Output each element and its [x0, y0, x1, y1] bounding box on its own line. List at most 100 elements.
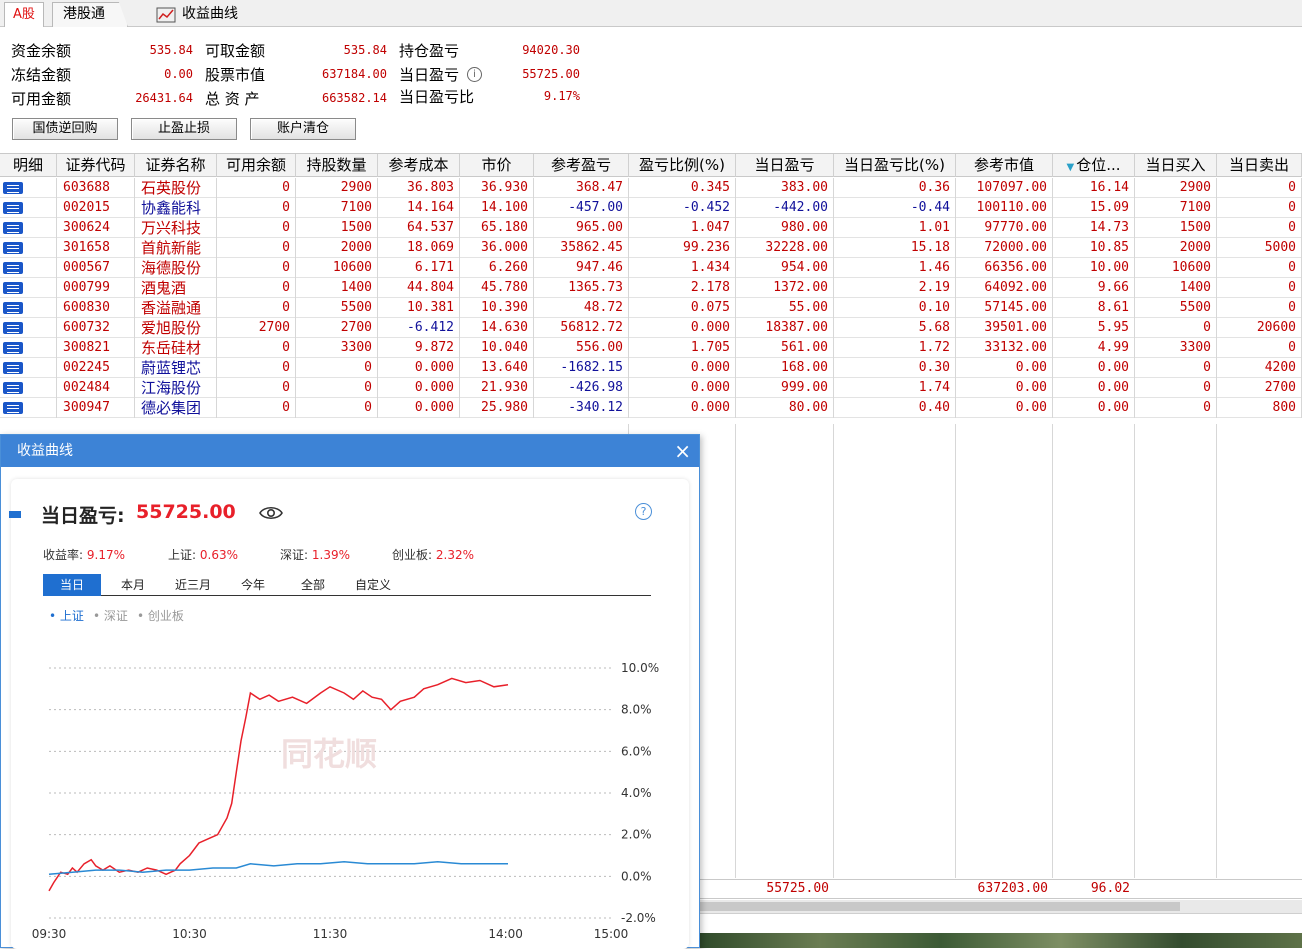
detail-list-icon[interactable]: [3, 222, 23, 234]
scrollbar-thumb[interactable]: [700, 902, 1180, 911]
detail-cell[interactable]: [0, 378, 57, 398]
detail-list-icon[interactable]: [3, 262, 23, 274]
detail-list-icon[interactable]: [3, 202, 23, 214]
total-market-value: 637203.00: [977, 881, 1048, 896]
table-cell: 561.00: [736, 338, 834, 358]
table-row[interactable]: 600830 香溢融通 0 5500 10.381 10.390 48.72 0.075 55.…: [0, 298, 1302, 318]
detail-cell[interactable]: [0, 358, 57, 378]
detail-cell[interactable]: [0, 398, 57, 418]
return-rate: 收益率: 9.17%: [43, 546, 125, 563]
range-tab-month[interactable]: 本月: [105, 574, 161, 596]
close-icon[interactable]: ×: [674, 435, 691, 467]
detail-list-icon[interactable]: [3, 342, 23, 354]
tab-profit-curve[interactable]: 收益曲线: [146, 2, 248, 27]
detail-list-icon[interactable]: [3, 362, 23, 374]
column-header[interactable]: 证券代码: [57, 154, 135, 177]
clear-account-button[interactable]: 账户清仓: [250, 118, 356, 140]
column-header[interactable]: 市价: [460, 154, 534, 177]
x-tick-label: 14:00: [488, 927, 523, 941]
detail-cell[interactable]: [0, 318, 57, 338]
treasury-repo-button[interactable]: 国债逆回购: [12, 118, 118, 140]
horizontal-scrollbar[interactable]: [700, 900, 1302, 914]
table-row[interactable]: 600732 爱旭股份 2700 2700 -6.412 14.630 56812.72 0.…: [0, 318, 1302, 338]
table-cell: 300624: [57, 218, 135, 238]
table-row[interactable]: 002484 江海股份 0 0 0.000 21.930 -426.98 0.000 999.0…: [0, 378, 1302, 398]
table-cell: 1.434: [629, 258, 736, 278]
table-cell: 16.14: [1053, 178, 1135, 198]
table-cell: 65.180: [460, 218, 534, 238]
column-header[interactable]: 当日盈亏比(%): [834, 154, 956, 177]
table-row[interactable]: 002015 协鑫能科 0 7100 14.164 14.100 -457.00 -0.452…: [0, 198, 1302, 218]
table-row[interactable]: 300947 德必集团 0 0 0.000 25.980 -340.12 0.000 80.00…: [0, 398, 1302, 418]
help-icon[interactable]: ?: [635, 503, 652, 520]
table-cell: 100110.00: [956, 198, 1053, 218]
column-header[interactable]: 当日盈亏: [736, 154, 834, 177]
tab-a-share[interactable]: A股: [4, 2, 44, 27]
column-header[interactable]: 参考成本: [378, 154, 460, 177]
detail-cell[interactable]: [0, 298, 57, 318]
table-cell: 965.00: [534, 218, 629, 238]
legend-sz[interactable]: • 深证: [93, 607, 128, 624]
column-header[interactable]: ▼ 仓位...: [1053, 154, 1135, 177]
detail-cell[interactable]: [0, 238, 57, 258]
range-tab-today[interactable]: 当日: [43, 574, 101, 596]
column-header[interactable]: 参考盈亏: [534, 154, 629, 177]
column-header[interactable]: 可用余额: [217, 154, 296, 177]
info-icon[interactable]: i: [467, 67, 482, 82]
total-assets-label: 总 资 产: [205, 90, 260, 108]
eye-icon[interactable]: [259, 505, 283, 521]
table-cell: 10600: [1135, 258, 1217, 278]
detail-list-icon[interactable]: [3, 302, 23, 314]
range-tab-custom[interactable]: 自定义: [345, 574, 401, 596]
table-row[interactable]: 002245 蔚蓝锂芯 0 0 0.000 13.640 -1682.15 0.000 168.…: [0, 358, 1302, 378]
detail-cell[interactable]: [0, 178, 57, 198]
column-header[interactable]: 盈亏比例(%): [629, 154, 736, 177]
column-header[interactable]: 持股数量: [296, 154, 378, 177]
table-row[interactable]: 300624 万兴科技 0 1500 64.537 65.180 965.00 1.047 98…: [0, 218, 1302, 238]
table-cell: -1682.15: [534, 358, 629, 378]
table-row[interactable]: 301658 首航新能 0 2000 18.069 36.000 35862.45 99.23…: [0, 238, 1302, 258]
table-cell: 800: [1217, 398, 1302, 418]
detail-cell[interactable]: [0, 198, 57, 218]
legend-sh[interactable]: • 上证: [49, 607, 84, 624]
range-tab-year[interactable]: 今年: [225, 574, 281, 596]
tab-hk-connect[interactable]: 港股通: [52, 2, 128, 27]
table-row[interactable]: 300821 东岳硅材 0 3300 9.872 10.040 556.00 1.705 561…: [0, 338, 1302, 358]
table-row[interactable]: 603688 石英股份 0 2900 36.803 36.930 368.47 0.345 38…: [0, 178, 1302, 198]
range-tab-3months[interactable]: 近三月: [165, 574, 221, 596]
column-header[interactable]: 参考市值: [956, 154, 1053, 177]
table-row[interactable]: 000567 海德股份 0 10600 6.171 6.260 947.46 1.434 954…: [0, 258, 1302, 278]
column-header[interactable]: 当日卖出: [1217, 154, 1302, 177]
table-cell: 000799: [57, 278, 135, 298]
legend-cyb[interactable]: • 创业板: [137, 607, 184, 624]
detail-cell[interactable]: [0, 338, 57, 358]
detail-list-icon[interactable]: [3, 322, 23, 334]
y-tick-label: 6.0%: [621, 744, 652, 758]
table-cell: 0: [1217, 198, 1302, 218]
table-cell: 2000: [1135, 238, 1217, 258]
stop-profit-loss-button[interactable]: 止盈止损: [131, 118, 237, 140]
detail-list-icon[interactable]: [3, 182, 23, 194]
table-cell: 600830: [57, 298, 135, 318]
table-cell: 德必集团: [135, 398, 217, 418]
table-cell: 5500: [1135, 298, 1217, 318]
column-header[interactable]: 明细: [0, 154, 57, 177]
detail-cell[interactable]: [0, 258, 57, 278]
table-cell: 168.00: [736, 358, 834, 378]
detail-cell[interactable]: [0, 278, 57, 298]
table-cell: 0.30: [834, 358, 956, 378]
available-value: 26431.64: [135, 91, 193, 105]
detail-cell[interactable]: [0, 218, 57, 238]
table-cell: 0: [1217, 338, 1302, 358]
table-header: 明细 证券代码 证券名称 可用余额 持股数量 参考成本 市价 参考盈亏 盈亏比例(%) 当日盈亏当…: [0, 153, 1302, 177]
detail-list-icon[interactable]: [3, 402, 23, 414]
range-tab-all[interactable]: 全部: [285, 574, 341, 596]
detail-list-icon[interactable]: [3, 242, 23, 254]
detail-list-icon[interactable]: [3, 282, 23, 294]
desktop-background: [700, 933, 1302, 948]
column-header[interactable]: 当日买入: [1135, 154, 1217, 177]
table-cell: 10.040: [460, 338, 534, 358]
table-row[interactable]: 000799 酒鬼酒 0 1400 44.804 45.780 1365.73 2.178 13…: [0, 278, 1302, 298]
detail-list-icon[interactable]: [3, 382, 23, 394]
column-header[interactable]: 证券名称: [135, 154, 217, 177]
